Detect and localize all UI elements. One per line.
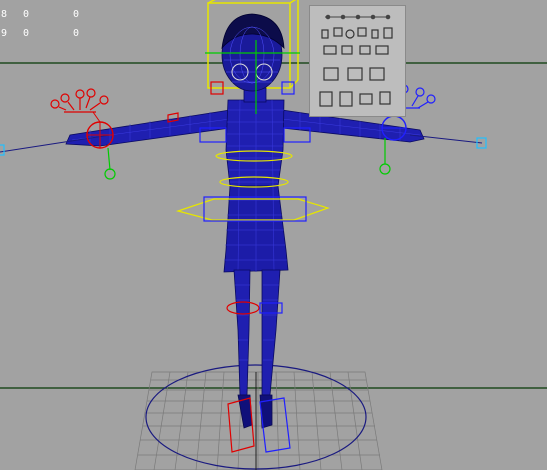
left-pole-vector-control[interactable] <box>0 144 5 156</box>
picker-button-icon[interactable] <box>323 45 337 55</box>
hud-row: 8 0 0 <box>0 5 90 24</box>
perspective-viewport[interactable]: 8 0 0 9 0 0 <box>0 0 547 470</box>
picker-button-icon[interactable] <box>345 29 355 39</box>
picker-button-icon[interactable] <box>383 27 393 39</box>
picker-button-icon[interactable] <box>359 45 371 55</box>
head-mesh <box>221 13 285 103</box>
picker-button-icon[interactable] <box>369 67 385 81</box>
legs-mesh <box>233 269 281 429</box>
picker-button-icon[interactable] <box>321 29 329 39</box>
picker-icons <box>319 14 393 107</box>
picker-button-icon[interactable] <box>379 91 391 105</box>
hud-value: 8 <box>1 9 8 20</box>
hud-value: 0 <box>73 28 80 39</box>
hud-row: 9 0 0 <box>0 24 90 43</box>
picker-node-icon[interactable] <box>370 14 376 20</box>
picker-button-icon[interactable] <box>333 27 343 37</box>
picker-button-icon[interactable] <box>359 93 373 105</box>
hud-value: 0 <box>23 28 30 39</box>
picker-node-icon[interactable] <box>325 14 331 20</box>
hud-readout: 8 0 0 9 0 0 <box>0 5 90 45</box>
hud-value: 9 <box>1 28 8 39</box>
character-picker-panel[interactable] <box>309 5 406 117</box>
scene-canvas[interactable] <box>0 0 547 470</box>
hud-value: 0 <box>23 9 30 20</box>
picker-button-icon[interactable] <box>339 91 353 107</box>
picker-button-icon[interactable] <box>357 27 367 37</box>
picker-button-icon[interactable] <box>319 91 333 107</box>
picker-button-icon[interactable] <box>347 67 363 81</box>
picker-button-icon[interactable] <box>375 45 389 55</box>
picker-node-icon[interactable] <box>355 14 361 20</box>
picker-button-icon[interactable] <box>371 29 379 39</box>
picker-button-icon[interactable] <box>323 67 339 81</box>
picker-node-icon[interactable] <box>385 14 391 20</box>
picker-button-icon[interactable] <box>341 45 353 55</box>
picker-node-icon[interactable] <box>340 14 346 20</box>
hud-value: 0 <box>73 9 80 20</box>
